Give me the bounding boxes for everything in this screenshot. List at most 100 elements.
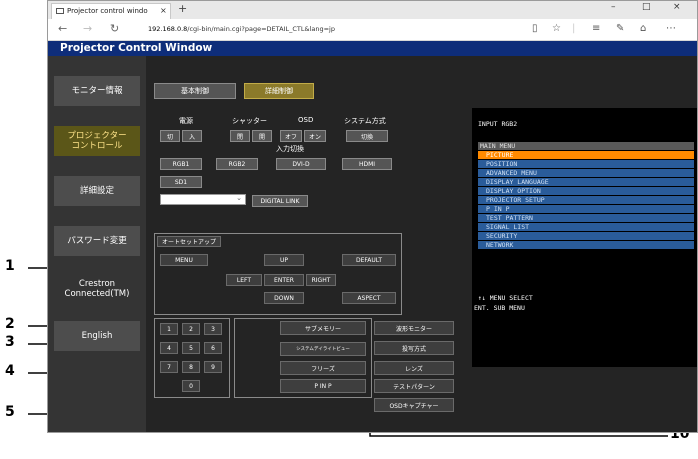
osd-on-button[interactable]: オン — [304, 130, 326, 142]
share-icon[interactable]: ⌂ — [640, 23, 646, 34]
tab-basic-control[interactable]: 基本制御 — [154, 83, 236, 99]
waveform-monitor-button[interactable]: 波形モニター — [374, 321, 454, 335]
keypad-button-4[interactable]: 4 — [160, 342, 178, 354]
input-switch-label: 入力切換 — [276, 145, 304, 153]
projection-method-button[interactable]: 投写方式 — [374, 341, 454, 355]
page-header: Projector Control Window — [48, 41, 697, 56]
sidebar-item-password-change[interactable]: パスワード変更 — [54, 226, 140, 256]
system-label: システム方式 — [344, 117, 386, 125]
osd-menu-item-security: SECURITY — [478, 232, 694, 241]
more-icon[interactable]: ⋯ — [666, 23, 676, 34]
osd-input-name: INPUT RGB2 — [478, 120, 518, 128]
shutter-close-button[interactable]: 閉 — [230, 130, 250, 142]
sidebar-item-english[interactable]: English — [54, 321, 140, 351]
left-button[interactable]: LEFT — [226, 274, 262, 286]
keypad-button-2[interactable]: 2 — [182, 323, 200, 335]
callout-5: 5 — [5, 404, 15, 420]
default-button[interactable]: DEFAULT — [342, 254, 396, 266]
power-on-button[interactable]: 入 — [182, 130, 202, 142]
url-field[interactable]: 192.168.0.8/cgi-bin/main.cgi?page=DETAIL… — [148, 25, 335, 33]
osd-menu-item-pinp: P IN P — [478, 205, 694, 214]
tab-title: Projector control windo — [67, 7, 148, 15]
hub-icon[interactable]: ≡ — [592, 23, 600, 34]
input-select-dropdown[interactable]: ⌄ — [160, 194, 246, 205]
digital-link-button[interactable]: DIGITAL LINK — [252, 195, 308, 207]
sidebar: モニター情報 プロジェクター コントロール 詳細設定 パスワード変更 Crest… — [48, 56, 146, 432]
url-path: /cgi-bin/main.cgi?page=DETAIL_CTL&lang=j… — [187, 25, 335, 33]
osd-help-select: ↑↓ MENU SELECT — [478, 294, 533, 302]
down-button[interactable]: DOWN — [264, 292, 304, 304]
callout-2: 2 — [5, 316, 15, 332]
test-pattern-button[interactable]: テストパターン — [374, 379, 454, 393]
callout-3: 3 — [5, 334, 15, 350]
system-daylight-view-button[interactable]: システムデイライトビュー — [280, 342, 366, 356]
freeze-button[interactable]: フリーズ — [280, 361, 366, 375]
keypad-button-0[interactable]: 0 — [182, 380, 200, 392]
osd-menu-item-picture: PICTURE — [478, 151, 694, 160]
sidebar-item-detail-settings[interactable]: 詳細設定 — [54, 176, 140, 206]
input-sd1-button[interactable]: SD1 — [160, 176, 202, 188]
maximize-icon[interactable]: □ — [642, 2, 651, 12]
browser-window: Projector control windo × + – □ × ← → ↻ … — [47, 0, 698, 433]
shutter-label: シャッター — [232, 117, 267, 125]
aspect-button[interactable]: ASPECT — [342, 292, 396, 304]
sidebar-item-crestron[interactable]: Crestron Connected(TM) — [54, 274, 140, 304]
refresh-icon[interactable]: ↻ — [110, 22, 119, 35]
keypad-button-8[interactable]: 8 — [182, 361, 200, 373]
osd-preview-panel: INPUT RGB2 MAIN MENU PICTURE POSITION AD… — [472, 108, 697, 367]
close-icon[interactable]: × — [673, 2, 681, 12]
address-bar: ← → ↻ 192.168.0.8/cgi-bin/main.cgi?page=… — [48, 19, 697, 41]
sidebar-item-monitor-info[interactable]: モニター情報 — [54, 76, 140, 106]
up-button[interactable]: UP — [264, 254, 304, 266]
menu-button[interactable]: MENU — [160, 254, 208, 266]
keypad-button-5[interactable]: 5 — [182, 342, 200, 354]
osd-menu-item-test-pattern: TEST PATTERN — [478, 214, 694, 223]
tab-close-icon[interactable]: × — [160, 4, 167, 18]
system-switch-button[interactable]: 切換 — [346, 130, 388, 142]
keypad-button-7[interactable]: 7 — [160, 361, 178, 373]
osd-label: OSD — [298, 116, 314, 124]
osd-menu-title: MAIN MENU — [478, 142, 694, 151]
tab-detail-control[interactable]: 詳細制御 — [244, 83, 314, 99]
back-icon[interactable]: ← — [58, 22, 67, 35]
keypad-button-9[interactable]: 9 — [204, 361, 222, 373]
input-hdmi-button[interactable]: HDMI — [342, 158, 392, 170]
title-bar: Projector control windo × + – □ × — [48, 1, 697, 19]
callout-4: 4 — [5, 363, 15, 379]
osd-menu-item-network: NETWORK — [478, 241, 694, 250]
input-dvid-button[interactable]: DVI-D — [276, 158, 326, 170]
osd-off-button[interactable]: オフ — [280, 130, 302, 142]
input-rgb2-button[interactable]: RGB2 — [216, 158, 258, 170]
osd-menu-item-signal-list: SIGNAL LIST — [478, 223, 694, 232]
shutter-open-button[interactable]: 開 — [252, 130, 272, 142]
osd-menu-item-display-option: DISPLAY OPTION — [478, 187, 694, 196]
osd-menu-item-position: POSITION — [478, 160, 694, 169]
web-note-icon[interactable]: ✎ — [616, 23, 624, 34]
osd-menu-item-language: DISPLAY LANGUAGE — [478, 178, 694, 187]
input-rgb1-button[interactable]: RGB1 — [160, 158, 202, 170]
url-host: 192.168.0.8 — [148, 25, 188, 33]
callout-1: 1 — [5, 258, 15, 274]
browser-tab[interactable]: Projector control windo × — [51, 3, 171, 19]
reading-view-icon[interactable]: ▯ — [532, 23, 538, 34]
osd-capture-button[interactable]: OSDキャプチャー — [374, 398, 454, 412]
right-button[interactable]: RIGHT — [306, 274, 336, 286]
favorite-star-icon[interactable]: ☆ — [552, 23, 561, 34]
toolbar-divider: | — [572, 23, 576, 34]
new-tab-icon[interactable]: + — [178, 2, 187, 15]
sidebar-item-projector-control[interactable]: プロジェクター コントロール — [54, 126, 140, 156]
keypad-button-3[interactable]: 3 — [204, 323, 222, 335]
sub-memory-button[interactable]: サブメモリー — [280, 321, 366, 335]
power-off-button[interactable]: 切 — [160, 130, 180, 142]
keypad-button-6[interactable]: 6 — [204, 342, 222, 354]
lens-button[interactable]: レンズ — [374, 361, 454, 375]
minimize-icon[interactable]: – — [611, 2, 616, 12]
forward-icon[interactable]: → — [83, 22, 92, 35]
osd-menu-item-advanced: ADVANCED MENU — [478, 169, 694, 178]
keypad-button-1[interactable]: 1 — [160, 323, 178, 335]
enter-button[interactable]: ENTER — [264, 274, 304, 286]
osd-help-submenu: ENT. SUB MENU — [474, 304, 525, 312]
auto-setup-button[interactable]: オートセットアップ — [157, 236, 221, 247]
main-content: 基本制御 詳細制御 電源 シャッター OSD システム方式 切 入 閉 開 オフ… — [146, 56, 697, 432]
pinp-button[interactable]: P IN P — [280, 379, 366, 393]
